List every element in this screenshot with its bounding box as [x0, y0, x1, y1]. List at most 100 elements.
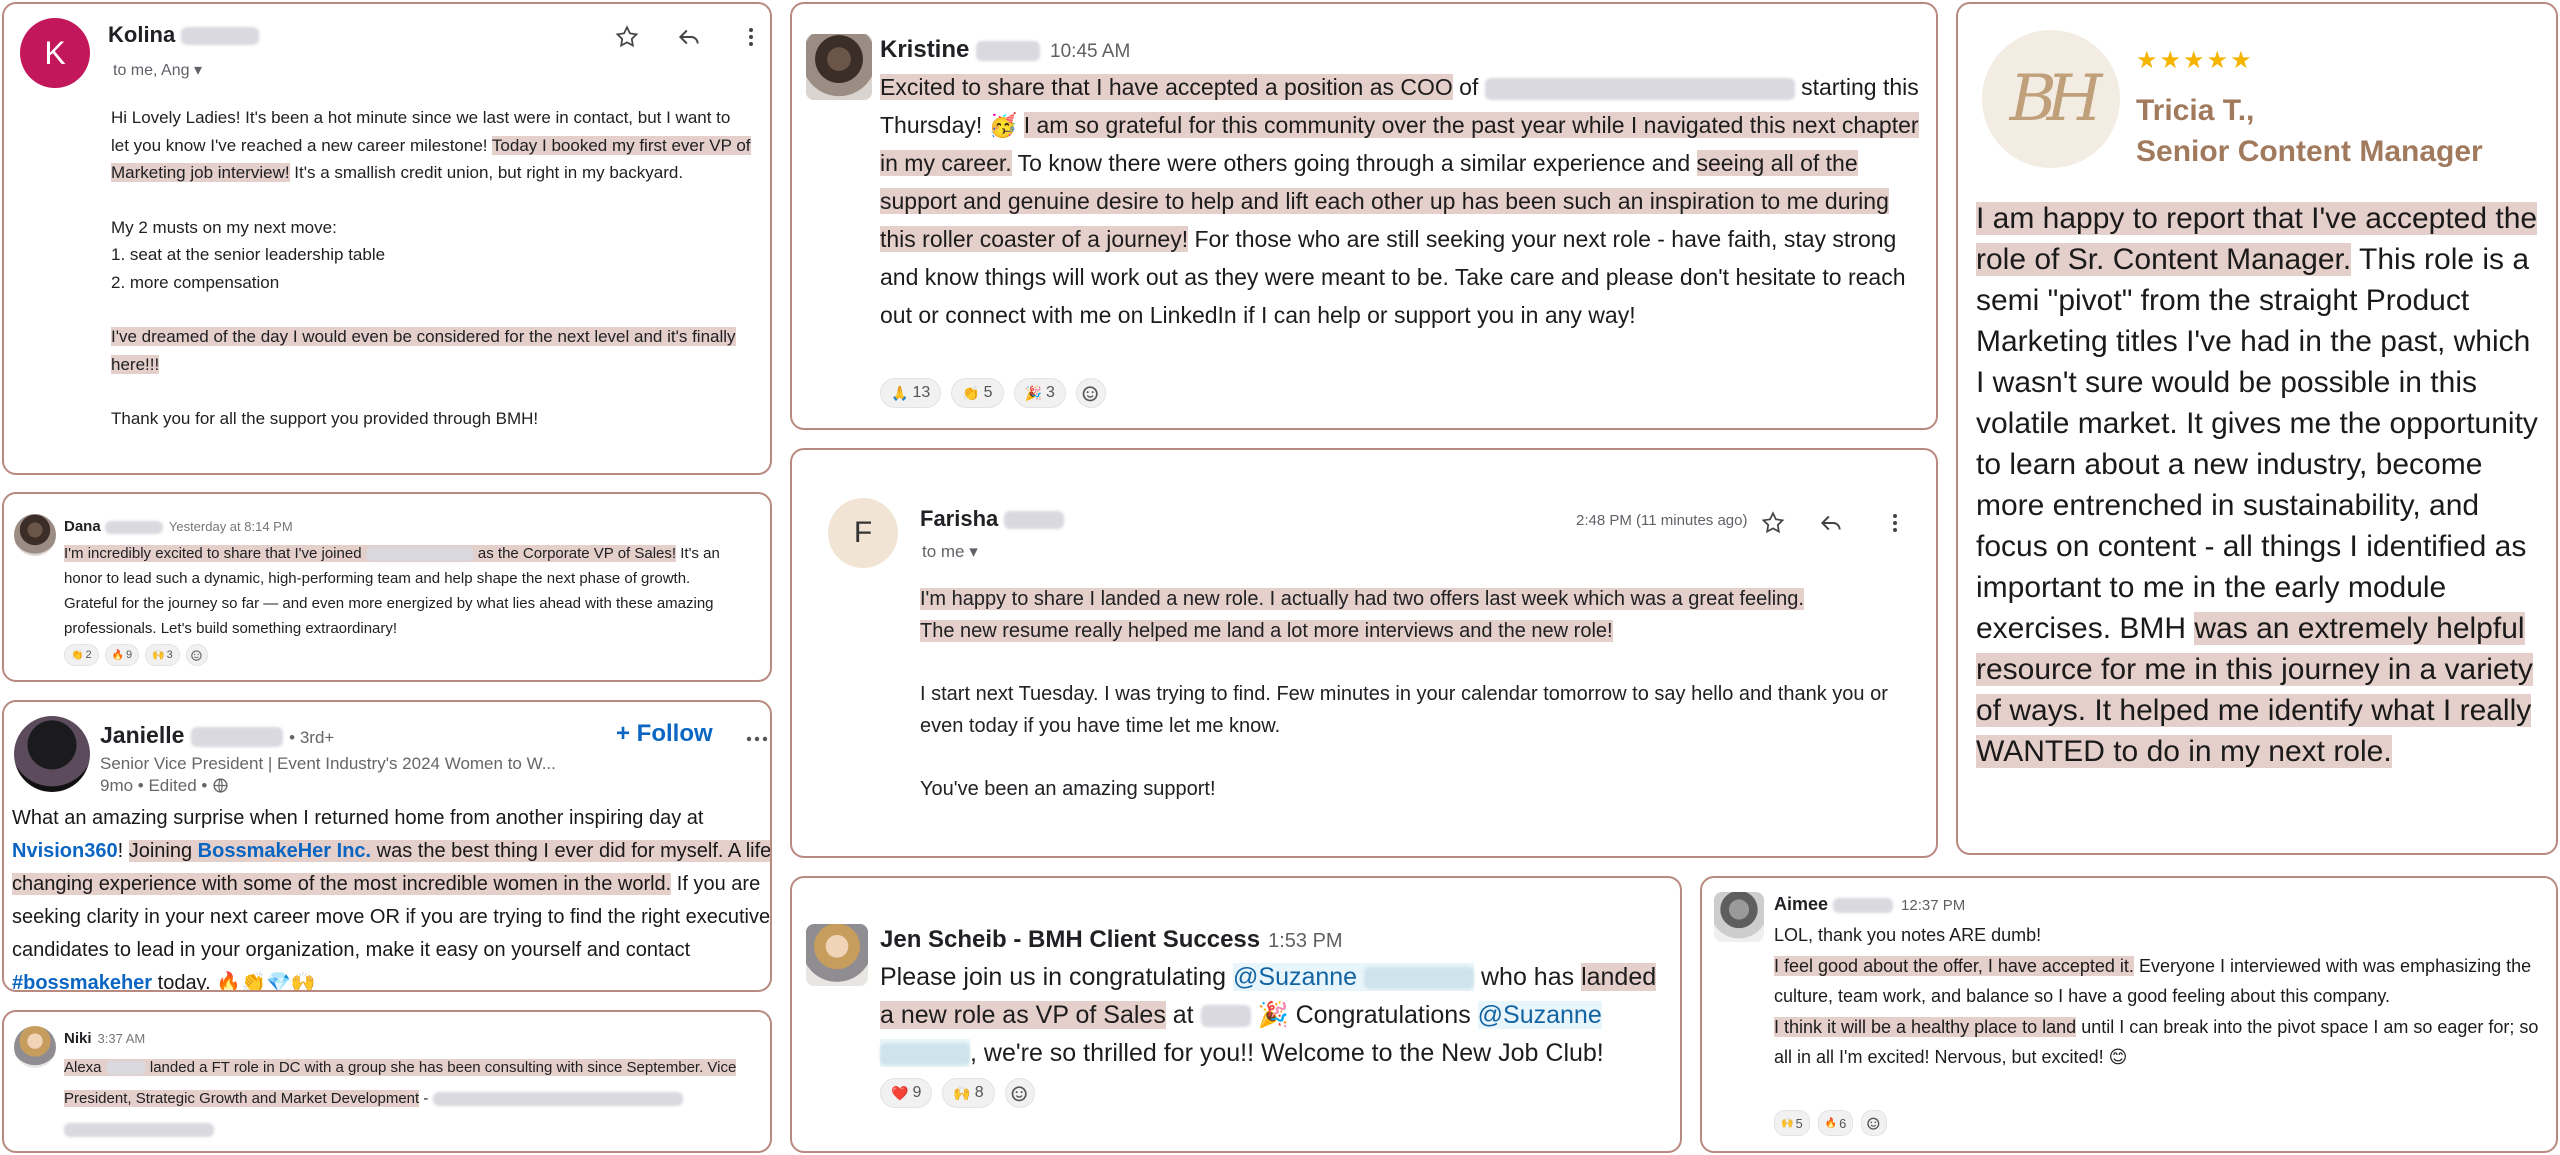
reaction-fire[interactable]: 🔥 6 — [1817, 1110, 1854, 1136]
reaction-clap[interactable]: 👏 2 — [64, 644, 99, 666]
add-reaction-icon[interactable] — [1004, 1078, 1035, 1108]
avatar[interactable] — [1714, 892, 1764, 942]
post-meta: 9mo • Edited • — [100, 776, 229, 796]
reactions-bar: 🙌 5 🔥 6 — [1774, 1110, 1888, 1136]
add-reaction-icon[interactable] — [1861, 1110, 1888, 1136]
post-header: Niki 3:37 AM — [64, 1030, 146, 1047]
globe-icon — [212, 776, 229, 795]
slack-message-jen: Jen Scheib - BMH Client Success 1:53 PM P… — [790, 876, 1682, 1153]
company-link-nvision360[interactable]: Nvision360 — [12, 840, 118, 862]
list-item: 1. seat at the senior leadership table — [111, 245, 386, 264]
redacted-surname — [104, 520, 163, 534]
reactions-bar: 🙏 13 👏 5 🎉 3 — [880, 378, 1106, 408]
author-name[interactable]: Janielle • 3rd+ — [100, 722, 334, 749]
linkedin-post-janielle: Janielle • 3rd+ Senior Vice President | … — [2, 700, 772, 992]
reactions-bar: ❤️ 9 🙌 8 — [880, 1078, 1035, 1108]
list-item: 2. more compensation — [111, 272, 280, 292]
paragraph: I feel good about the offer, I have acce… — [1774, 955, 2532, 1006]
post-body: What an amazing surprise when I returned… — [12, 807, 772, 992]
fire-icon: 🔥 — [111, 649, 125, 661]
paragraph: You've been an amazing support! — [920, 778, 1216, 800]
post-header: Dana Yesterday at 8:14 PM — [64, 518, 293, 535]
reaction-raised-hands[interactable]: 🙌 8 — [942, 1078, 995, 1108]
message-body: Excited to share that I have accepted a … — [880, 74, 1919, 328]
reply-icon[interactable] — [672, 20, 706, 54]
post-body: Alexa landed a FT role in DC with a grou… — [64, 1052, 764, 1145]
avatar — [14, 514, 56, 556]
chevron-down-icon: ▾ — [193, 62, 202, 79]
post-card-niki: Niki 3:37 AM Alexa landed a FT role in DC… — [2, 1010, 772, 1153]
redacted-surname — [190, 726, 283, 747]
star-icon[interactable] — [1756, 506, 1790, 540]
message-body: Please join us in congratulating @Suzann… — [880, 963, 1657, 1067]
add-reaction-icon[interactable] — [185, 644, 208, 666]
chevron-down-icon: ▾ — [969, 542, 978, 561]
message-body: LOL, thank you notes ARE dumb! I feel go… — [1774, 920, 2544, 1073]
redacted-surname — [976, 40, 1041, 61]
bmh-logo: BH — [1982, 30, 2120, 168]
paragraph: I think it will be a healthy place to la… — [1774, 1016, 2539, 1067]
pray-icon: 🙏 — [891, 384, 909, 401]
reaction-fire[interactable]: 🔥 9 — [104, 644, 140, 666]
highlighted-text: I'm incredibly excited to share that I'v… — [64, 545, 677, 562]
email-timestamp: 2:48 PM (11 minutes ago) — [1576, 512, 1748, 529]
raised-hands-icon: 🙌 — [953, 1084, 971, 1101]
avatar: F — [828, 498, 898, 568]
paragraph: Hi Lovely Ladies! It's been a hot minute… — [111, 108, 751, 182]
paragraph: I've dreamed of the day I would even be … — [111, 327, 736, 374]
user-mention[interactable]: @Suzanne — [1233, 963, 1475, 991]
sender-name: Kolina — [108, 22, 260, 48]
post-card-dana: Dana Yesterday at 8:14 PM I'm incredibly… — [2, 492, 772, 682]
message-header: Kristine 10:45 AM — [880, 36, 1131, 63]
paragraph: I start next Tuesday. I was trying to fi… — [920, 683, 1888, 737]
avatar[interactable] — [806, 34, 872, 100]
paragraph: Thank you for all the support you provid… — [111, 409, 539, 428]
email-body: Hi Lovely Ladies! It's been a hot minute… — [111, 104, 751, 433]
reaction-raised-hands[interactable]: 🙌 5 — [1774, 1110, 1810, 1136]
raised-hands-icon: 🙌 — [152, 649, 165, 661]
reaction-pray[interactable]: 🙏 13 — [880, 378, 942, 408]
avatar[interactable] — [14, 716, 90, 792]
company-link-bossmakeher[interactable]: BossmakeHer Inc. — [198, 840, 371, 862]
add-reaction-icon[interactable] — [1075, 378, 1106, 408]
sender-name: Farisha — [920, 506, 1065, 532]
recipient-line[interactable]: to me ▾ — [922, 542, 978, 562]
more-options-icon[interactable] — [740, 722, 770, 756]
paragraph: My 2 musts on my next move: — [111, 217, 337, 237]
email-card-farisha: F Farisha to me ▾ 2:48 PM (11 minutes ag… — [790, 448, 1938, 858]
email-body: I'm happy to share I landed a new role. … — [920, 584, 1910, 806]
follow-button[interactable]: + Follow — [616, 720, 713, 748]
more-options-icon[interactable] — [734, 20, 768, 54]
redacted-surname — [1833, 897, 1894, 913]
rating-stars-icon: ★★★★★ — [2136, 47, 2254, 74]
recipient-line[interactable]: to me, Ang ▾ — [113, 60, 202, 80]
raised-hands-icon: 🙌 — [1781, 1117, 1794, 1129]
redacted-company — [1200, 1005, 1251, 1028]
redacted-organization — [64, 1123, 214, 1138]
star-icon[interactable] — [610, 20, 644, 54]
hashtag-link[interactable]: #bossmakeher — [12, 972, 152, 990]
redacted-company — [365, 547, 474, 562]
redacted-surname — [1364, 967, 1475, 990]
reply-icon[interactable] — [1814, 506, 1848, 540]
redacted-organization — [432, 1092, 683, 1107]
redacted-company — [1484, 77, 1795, 100]
reaction-party[interactable]: 🎉 3 — [1013, 378, 1066, 408]
reaction-heart[interactable]: ❤️ 9 — [880, 1078, 933, 1108]
clap-icon: 👏 — [962, 384, 980, 401]
reaction-clap[interactable]: 👏 5 — [951, 378, 1004, 408]
post-body: I'm incredibly excited to share that I'v… — [64, 545, 720, 637]
message-header: Jen Scheib - BMH Client Success 1:53 PM — [880, 926, 1343, 953]
avatar — [14, 1026, 56, 1068]
party-popper-icon: 🎉 — [1024, 384, 1043, 401]
paragraph: LOL, thank you notes ARE dumb! — [1774, 925, 2042, 945]
fire-icon: 🔥 — [1824, 1117, 1838, 1129]
redacted-surname — [105, 1061, 146, 1076]
more-options-icon[interactable] — [1878, 506, 1912, 540]
reviewer-name: Tricia T., Senior Content Manager — [2136, 94, 2483, 168]
testimonial-card-tricia: BH ★★★★★ Tricia T., Senior Content Manage… — [1956, 2, 2558, 855]
redacted-surname — [1004, 511, 1065, 530]
avatar[interactable] — [806, 924, 868, 986]
reaction-raised-hands[interactable]: 🙌 3 — [145, 644, 180, 666]
redacted-surname — [181, 27, 260, 46]
